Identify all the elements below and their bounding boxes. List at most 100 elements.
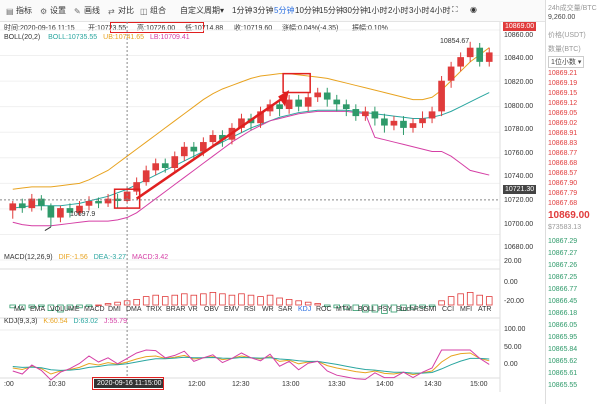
bid-row[interactable]: 10865.84	[548, 346, 577, 353]
bid-row[interactable]: 10865.62	[548, 358, 577, 365]
period-4[interactable]: 15分钟	[319, 5, 344, 16]
ask-row[interactable]: 10867.90	[548, 180, 577, 187]
indicator-tab-smi[interactable]: SMI	[424, 306, 436, 313]
bid-row[interactable]: 10867.25	[548, 274, 577, 281]
indicator-tab-mfi[interactable]: MFI	[460, 306, 472, 313]
bid-row[interactable]: 10867.27	[548, 250, 577, 257]
period-3[interactable]: 10分钟	[295, 5, 320, 16]
ask-row[interactable]: 10869.12	[548, 100, 577, 107]
candle-body	[142, 170, 150, 183]
candle-body	[409, 123, 417, 128]
layers-icon: ◫	[140, 7, 148, 16]
indicator-button[interactable]: ▤ 指标	[6, 5, 32, 16]
price-tick: 10680.00	[504, 244, 534, 252]
indicator-tab-macd[interactable]: MACD	[84, 306, 105, 313]
period-0[interactable]: 1分钟	[232, 5, 252, 16]
indicator-tab-rsi[interactable]: RSI	[244, 306, 256, 313]
custom-period-button[interactable]: 自定义周期▾	[180, 5, 224, 16]
bid-row[interactable]: 10867.29	[548, 238, 577, 245]
indicator-tab-dma[interactable]: DMA	[126, 306, 142, 313]
time-label: 12:30	[232, 381, 250, 388]
indicator-tab-atr[interactable]: ATR	[478, 306, 491, 313]
ask-row[interactable]: 10868.68	[548, 160, 577, 167]
bid-row[interactable]: 10866.77	[548, 286, 577, 293]
indicator-tab-sar[interactable]: SAR	[278, 306, 292, 313]
bid-row[interactable]: 10865.61	[548, 370, 577, 377]
period-7[interactable]: 2小时	[388, 5, 408, 16]
indicator-tab-kdj[interactable]: KDJ	[298, 306, 311, 313]
bid-row[interactable]: 10866.18	[548, 310, 577, 317]
macd-legend: MACD(12,26,9) DIF:-1.56 DEA:-3.27 MACD:3…	[4, 254, 169, 261]
macd-bar	[485, 296, 493, 306]
indicator-tab-stochrsi[interactable]: StochRSI	[396, 306, 426, 313]
ask-row[interactable]: 10868.77	[548, 150, 577, 157]
time-label: 14:00	[376, 381, 394, 388]
ask-row[interactable]: 10869.02	[548, 120, 577, 127]
indicator-tab-ma[interactable]: MA	[14, 306, 25, 313]
price-tick: 10740.00	[504, 173, 534, 181]
indicator-tab-brar[interactable]: BRAR	[166, 306, 185, 313]
fullscreen-button[interactable]: ⛶	[452, 5, 458, 15]
macd-bar	[476, 294, 483, 306]
indicator-tab-vr[interactable]: VR	[188, 306, 198, 313]
price-tick: 10800.00	[504, 102, 534, 110]
macd-bar	[219, 293, 226, 306]
indicator-tab-volume[interactable]: VOLUME	[50, 306, 80, 313]
candle-body	[457, 57, 464, 67]
bid-row[interactable]: 10866.05	[548, 322, 577, 329]
bid-row[interactable]: 10865.55	[548, 382, 577, 389]
bid-row[interactable]: 10865.95	[548, 334, 577, 341]
candle-body	[362, 111, 369, 117]
indicator-tab-emv[interactable]: EMV	[224, 306, 239, 313]
indicator-tick: 0.00	[504, 361, 518, 368]
high-annotation: 10854.67	[440, 38, 470, 45]
time-label: 14:30	[424, 381, 442, 388]
depth-select[interactable]: 1位小数 ▾	[548, 56, 585, 68]
indicator-tab-wr[interactable]: WR	[262, 306, 274, 313]
macd-bar	[276, 297, 283, 306]
period-2[interactable]: 5分钟	[274, 5, 294, 16]
macd-bar	[161, 296, 169, 306]
screenshot-button[interactable]: ◉	[470, 5, 477, 14]
indicator-tab-ema[interactable]: EMA	[30, 306, 45, 313]
indicator-tab-cci[interactable]: CCI	[442, 306, 454, 313]
ask-row[interactable]: 10869.15	[548, 90, 577, 97]
indicator-tab-psy[interactable]: PSY	[378, 306, 392, 313]
combo-button[interactable]: ◫ 组合	[140, 5, 166, 16]
bid-row[interactable]: 10866.45	[548, 298, 577, 305]
macd-bar	[285, 298, 293, 306]
period-1[interactable]: 3分钟	[253, 5, 273, 16]
settings-button[interactable]: ⚙ 设置	[40, 5, 66, 16]
price-tick: 10780.00	[504, 126, 534, 134]
ask-row[interactable]: 10869.19	[548, 80, 577, 87]
indicator-tab-trix[interactable]: TRIX	[146, 306, 162, 313]
time-axis: :00 10:30 12:00 12:30 13:00 13:30 14:00 14:30 15…	[0, 380, 500, 392]
ask-row[interactable]: 10868.83	[548, 140, 577, 147]
ask-row[interactable]: 10868.91	[548, 130, 577, 137]
indicator-tab-obv[interactable]: OBV	[204, 306, 219, 313]
indicator-tab-roc[interactable]: ROC	[316, 306, 332, 313]
draw-button[interactable]: ✎ 画线	[74, 5, 100, 16]
low-annotation: 10697.9	[70, 211, 96, 218]
ask-row[interactable]: 10867.68	[548, 200, 577, 207]
indicator-tab-mtm[interactable]: MTM	[336, 306, 352, 313]
chevron-down-icon: ▾	[220, 6, 225, 15]
period-8[interactable]: 3小时	[409, 5, 429, 16]
candle-body	[400, 120, 407, 128]
indicator-tab-dmi[interactable]: DMI	[108, 306, 121, 313]
ask-row[interactable]: 10869.05	[548, 110, 577, 117]
time-label: 12:00	[188, 381, 206, 388]
bid-row[interactable]: 10867.26	[548, 262, 577, 269]
indicator-tabs: MA EMA VOLUME MACD DMI DMA TRIX BRAR VR OBV EMV RSI…	[0, 306, 500, 316]
candle-body	[428, 111, 436, 119]
ask-row[interactable]: 10869.21	[548, 70, 577, 77]
period-6[interactable]: 1小时	[367, 5, 387, 16]
compare-button[interactable]: ⇄ 对比	[108, 5, 134, 16]
indicator-tab-boll[interactable]: BOLL	[358, 306, 376, 313]
period-5[interactable]: 30分钟	[343, 5, 368, 16]
ask-row[interactable]: 10868.57	[548, 170, 577, 177]
period-9[interactable]: 4小时	[430, 5, 450, 16]
ask-row[interactable]: 10867.79	[548, 190, 577, 197]
kline-chart[interactable]	[0, 22, 545, 392]
kdj-k-line	[12, 352, 490, 376]
